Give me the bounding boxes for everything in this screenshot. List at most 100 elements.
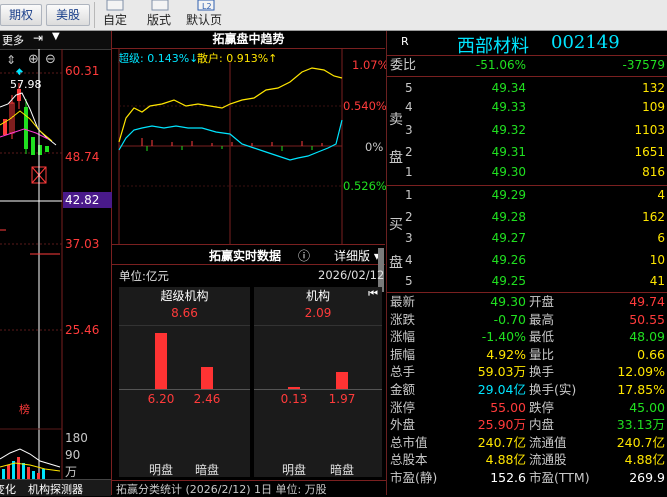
sell-row: 2 49.31 1651: [405, 145, 665, 159]
stat-value: 17.85%: [617, 382, 665, 397]
stat-row: 涨幅 -1.40% 最低 48.09: [387, 329, 667, 346]
realtime-footer: 拓赢分类统计 (2026/2/12) 1日 单位: 万股: [112, 480, 389, 496]
stat-row: 总手 59.03万 换手 12.09%: [387, 364, 667, 381]
axis-price-4: 25.46: [65, 323, 100, 337]
stat-value: 4.92%: [486, 346, 526, 362]
stat-value: 48.09: [629, 329, 665, 345]
buy-row: 4 49.26 10: [405, 253, 665, 267]
kline-toolbar: 更多 ⇥ ▼: [0, 31, 111, 50]
stat-row: 振幅 4.92% 量比 0.66: [387, 347, 667, 364]
cursor-price-label: 42.82: [63, 192, 119, 208]
super-inst-total: 8.66: [171, 306, 198, 320]
super-inst-panel: 超级机构 8.66 6.20 2.46 明盘 暗盘: [119, 287, 250, 477]
us-stocks-button[interactable]: 美股: [46, 4, 90, 26]
more-button[interactable]: 更多: [2, 32, 24, 48]
stat-label: 开盘: [529, 294, 555, 309]
axis-vol-1: 180: [65, 431, 88, 445]
axis-vol-2: 90: [65, 448, 81, 462]
trend-axis-2: 0.540%: [343, 99, 387, 113]
stat-label: 最新: [390, 294, 416, 309]
stat-label: 振幅: [390, 346, 416, 362]
weibi-val: -37579: [622, 58, 665, 72]
super-dark-bar: [201, 367, 213, 389]
stat-label: 涨跌: [390, 311, 416, 327]
weibi-label: 委比: [390, 58, 417, 73]
realtime-unit: 单位:亿元: [119, 269, 169, 283]
info-icon[interactable]: ⓘ: [298, 247, 310, 264]
trend-chart: [118, 48, 343, 244]
collapse-icon[interactable]: ⇥: [33, 31, 43, 45]
axis-price-high: 60.31: [65, 64, 100, 78]
stat-value: 59.03万: [477, 364, 526, 380]
stat-value: 4.88亿: [485, 452, 526, 468]
toolbar: 期权 美股 自定 版式 L2 默认页: [0, 0, 667, 31]
trend-title: 拓赢盘中趋势: [212, 32, 285, 46]
super-dark-value: 2.46: [193, 392, 221, 406]
sell-row: 4 49.33 109: [405, 100, 665, 114]
stat-label: 总手: [390, 364, 416, 380]
stat-row: 总股本 4.88亿 流通股 4.88亿: [387, 452, 667, 469]
kline-chart: [0, 49, 63, 495]
stat-value: 269.9: [629, 470, 665, 485]
stat-label: 换手(实): [529, 382, 577, 397]
stat-row: 涨停 55.00 跌停 45.00: [387, 400, 667, 417]
realtime-date: 2026/02/12: [318, 268, 385, 282]
kline-tab-bar: 变化 机构探测器: [0, 479, 111, 496]
super-bright-value: 6.20: [147, 392, 175, 406]
svg-text:L2: L2: [202, 2, 212, 11]
dropdown-icon[interactable]: ▼: [52, 31, 60, 42]
weibi-pct: -51.06%: [475, 58, 526, 72]
realtime-title: 拓赢实时数据: [209, 249, 282, 263]
weibi-row: 委比 -51.06% -37579: [387, 56, 667, 77]
detail-version-dropdown[interactable]: 详细版 ▾: [334, 247, 380, 264]
stat-value: 152.6: [490, 470, 526, 485]
stat-row: 总市值 240.7亿 流通值 240.7亿: [387, 435, 667, 452]
inst-dark-label: 暗盘: [329, 463, 354, 477]
futures-options-button[interactable]: 期权: [0, 4, 42, 26]
realtime-header: 拓赢实时数据 ⓘ 详细版 ▾: [112, 244, 385, 265]
stat-label: 市盈(静): [390, 470, 438, 485]
default-page-label: 默认页: [186, 13, 223, 27]
trend-axis-low: 0.526%: [343, 179, 387, 193]
buy-row: 1 49.29 4: [405, 188, 665, 202]
stat-row: 金额 29.04亿 换手(实) 17.85%: [387, 382, 667, 399]
inst-dark-bar: [336, 372, 348, 389]
stat-value: 49.30: [490, 294, 526, 309]
stat-label: 跌停: [529, 399, 555, 415]
stat-label: 量比: [529, 346, 555, 362]
axis-vol-unit: 万: [65, 465, 78, 479]
collapse-panel-icon[interactable]: ⏮: [368, 287, 378, 301]
stat-label: 内盘: [529, 417, 555, 433]
sell-row: 5 49.34 132: [405, 81, 665, 95]
stat-value: 50.55: [629, 311, 665, 327]
super-bright-bar: [155, 333, 167, 389]
sell-row: 1 49.30 816: [405, 165, 665, 179]
stat-row: 涨跌 -0.70 最高 50.55: [387, 312, 667, 329]
inst-title: 机构: [305, 289, 330, 303]
custom-button[interactable]: 自定: [101, 0, 131, 30]
trend-axis-top: 1.07%: [352, 58, 389, 72]
stat-value: 25.90万: [477, 417, 526, 433]
custom-label: 自定: [103, 13, 128, 27]
inst-bright-value: 0.13: [280, 392, 308, 406]
stock-name: 西部材料: [457, 36, 529, 57]
kline-candle: [45, 146, 49, 152]
stat-label: 最低: [529, 329, 555, 345]
axis-price-2: 48.74: [65, 150, 100, 164]
stat-label: 流通值: [529, 434, 567, 450]
default-page-button[interactable]: L2 默认页: [185, 0, 227, 30]
inst-panel: 机构 ⏮ 2.09 0.13 1.97 明盘 暗盘: [254, 287, 382, 477]
super-bright-label: 明盘: [148, 463, 173, 477]
inst-total: 2.09: [304, 306, 332, 320]
buy-row: 2 49.28 162: [405, 210, 665, 224]
layout-button[interactable]: 版式: [143, 0, 177, 30]
trend-axis-mid: 0%: [365, 140, 384, 154]
toolbar-divider: [94, 2, 95, 28]
axis-price-3: 37.03: [65, 237, 100, 251]
stat-label: 金额: [390, 382, 416, 397]
stat-label: 流通股: [529, 452, 567, 468]
stat-value: -1.40%: [481, 329, 526, 345]
quote-header: R 西部材料 002149: [387, 31, 667, 57]
stat-value: 55.00: [490, 399, 526, 415]
stat-label: 换手: [529, 364, 555, 380]
